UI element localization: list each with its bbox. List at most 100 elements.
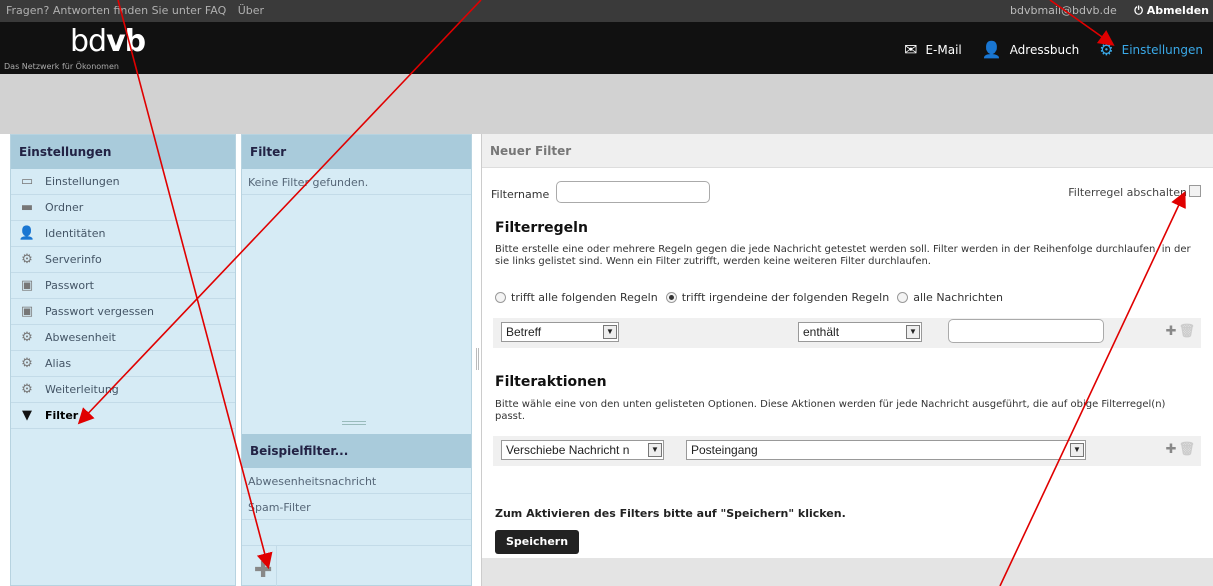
sidebar-item-absence[interactable]: ⚙ Abwesenheit [11, 325, 235, 351]
radio-match-any[interactable]: trifft irgendeine der folgenden Regeln [665, 291, 890, 304]
filter-name-input[interactable] [556, 181, 710, 203]
password-icon: ▣ [20, 278, 34, 293]
example-filter-item[interactable]: Abwesenheitsnachricht [242, 468, 471, 494]
sidebar-item-label: Filter [45, 409, 79, 422]
disable-filter-checkbox[interactable] [1189, 185, 1201, 197]
logo[interactable]: bdvb [70, 24, 146, 59]
help-links: Fragen? Antworten finden Sie unter FAQ Ü… [6, 4, 272, 17]
sidebar-item-label: Ordner [45, 201, 84, 214]
rule-field-select[interactable]: Betreff ▼ [501, 322, 619, 342]
person-icon: 👤 [18, 226, 36, 241]
funnel-icon: ▼ [22, 408, 32, 423]
sidebar-item-password[interactable]: ▣ Passwort [11, 273, 235, 299]
about-link[interactable]: Über [238, 4, 264, 17]
add-rule-icon[interactable]: ✚ [1166, 324, 1177, 339]
chevron-down-icon: ▼ [603, 325, 617, 339]
match-mode-radios: trifft alle folgenden Regeln trifft irge… [495, 291, 1011, 304]
nav-addressbook[interactable]: 👤 Adressbuch [972, 36, 1090, 63]
sidebar-item-label: Serverinfo [45, 253, 102, 266]
new-filter-title: Neuer Filter [482, 134, 1213, 168]
rule-row-actions: ✚ 🗑 [1166, 324, 1195, 339]
panel-splitter[interactable] [476, 348, 479, 370]
top-bar: Fragen? Antworten finden Sie unter FAQ Ü… [0, 0, 1213, 22]
sidebar-item-password-forgotten[interactable]: ▣ Passwort vergessen [11, 299, 235, 325]
faq-link[interactable]: Fragen? Antworten finden Sie unter FAQ [6, 4, 226, 17]
rule-operator-value: enthält [803, 325, 840, 339]
settings-sidebar-title: Einstellungen [11, 135, 235, 169]
gear-icon: ⚙ [21, 330, 33, 345]
chevron-down-icon: ▼ [648, 443, 662, 457]
sidebar-item-label: Passwort [45, 279, 94, 292]
nav-email[interactable]: ✉ E-Mail [894, 36, 972, 63]
radio-button [665, 292, 677, 303]
sidebar-item-filter[interactable]: ▼ Filter [11, 403, 235, 429]
envelope-icon: ✉ [904, 40, 918, 59]
filter-list-title: Filter [242, 135, 471, 169]
filter-rules-title: Filterregeln [495, 220, 588, 236]
logout-button[interactable]: ⏻ Abmelden [1134, 4, 1209, 17]
chevron-down-icon: ▼ [1070, 443, 1084, 457]
action-target-select[interactable]: Posteingang ▼ [686, 440, 1086, 460]
monitor-icon: ▭ [20, 174, 34, 189]
example-filter-item[interactable]: Spam-Filter [242, 494, 471, 520]
radio-match-every[interactable]: alle Nachrichten [897, 291, 1003, 304]
radio-label: trifft irgendeine der folgenden Regeln [681, 291, 890, 304]
rule-value-input[interactable] [948, 319, 1104, 343]
filter-actions-title: Filteraktionen [495, 374, 607, 390]
radio-label: alle Nachrichten [913, 291, 1003, 304]
sidebar-item-serverinfo[interactable]: ⚙ Serverinfo [11, 247, 235, 273]
example-filters-title: Beispielfilter... [242, 434, 471, 468]
activate-hint: Zum Aktivieren des Filters bitte auf "Sp… [495, 507, 846, 520]
header-band [0, 74, 1213, 134]
sidebar-item-forwarding[interactable]: ⚙ Weiterleitung [11, 377, 235, 403]
filter-list-footer [242, 545, 471, 586]
sidebar-item-settings[interactable]: ▭ Einstellungen [11, 169, 235, 195]
panel-footer [482, 558, 1213, 586]
resize-handle[interactable] [342, 421, 366, 425]
gear-icon: ⚙ [21, 382, 33, 397]
gear-icon: ⚙ [1099, 40, 1114, 59]
gear-icon: ⚙ [21, 356, 33, 371]
tagline: Das Netzwerk für Ökonomen [4, 62, 119, 71]
rule-operator-select[interactable]: enthält ▼ [798, 322, 922, 342]
trash-icon[interactable]: 🗑 [1178, 324, 1195, 339]
sidebar-item-label: Alias [45, 357, 72, 370]
gear-icon: ⚙ [21, 252, 33, 267]
logout-label: Abmelden [1146, 4, 1209, 17]
sidebar-item-alias[interactable]: ⚙ Alias [11, 351, 235, 377]
action-type-value: Verschiebe Nachricht n [506, 443, 630, 457]
sidebar-item-identities[interactable]: 👤 Identitäten [11, 221, 235, 247]
radio-label: trifft alle folgenden Regeln [511, 291, 658, 304]
sidebar-item-label: Passwort vergessen [45, 305, 154, 318]
logo-bold: vb [106, 24, 146, 59]
main-nav: ✉ E-Mail 👤 Adressbuch ⚙ Einstellungen [894, 36, 1213, 63]
settings-sidebar: Einstellungen ▭ Einstellungen ▬ Ordner 👤 Id… [10, 134, 236, 586]
add-action-icon[interactable]: ✚ [1166, 442, 1177, 457]
radio-button [897, 292, 909, 303]
nav-addressbook-label: Adressbuch [1009, 42, 1080, 57]
sidebar-item-label: Abwesenheit [45, 331, 116, 344]
add-filter-button[interactable]: ✚ [254, 558, 272, 583]
radio-match-all[interactable]: trifft alle folgenden Regeln [495, 291, 658, 304]
rule-field-value: Betreff [506, 325, 542, 339]
save-button[interactable]: Speichern [495, 530, 579, 554]
trash-icon[interactable]: 🗑 [1178, 442, 1195, 457]
filter-rules-description: Bitte erstelle eine oder mehrere Regeln … [495, 244, 1191, 267]
action-target-value: Posteingang [691, 443, 758, 457]
filter-list-panel: Filter Keine Filter gefunden. Beispielfi… [241, 134, 472, 586]
user-email: bdvbmail@bdvb.de [1009, 4, 1117, 17]
filter-actions-description: Bitte wähle eine von den unten gelistete… [495, 399, 1166, 422]
sidebar-item-label: Weiterleitung [45, 383, 119, 396]
app-header: bdvb Das Netzwerk für Ökonomen ✉ E-Mail … [0, 22, 1213, 74]
filter-name-label: Filtername [491, 188, 550, 201]
sidebar-item-label: Einstellungen [45, 175, 120, 188]
sidebar-item-folders[interactable]: ▬ Ordner [11, 195, 235, 221]
action-type-select[interactable]: Verschiebe Nachricht n ▼ [501, 440, 664, 460]
footer-divider [276, 546, 277, 586]
filter-action-row: Verschiebe Nachricht n ▼ Posteingang ▼ ✚ 🗑 [493, 436, 1201, 466]
filter-rule-row: Betreff ▼ enthält ▼ ✚ 🗑 [493, 318, 1201, 348]
password-icon: ▣ [20, 304, 34, 319]
logo-light: bd [70, 24, 107, 59]
nav-settings[interactable]: ⚙ Einstellungen [1089, 36, 1213, 63]
person-icon: 👤 [981, 40, 1002, 59]
